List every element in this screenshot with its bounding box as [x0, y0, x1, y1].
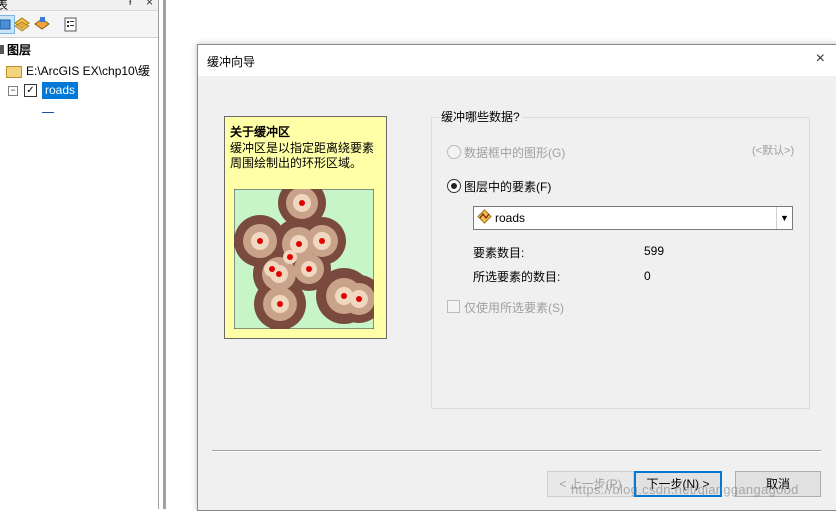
default-hint: (<默认>) [752, 145, 795, 157]
group-label: 缓冲哪些数据? [439, 108, 522, 125]
help-title: 关于缓冲区 [230, 125, 291, 139]
list-by-drawing-order-icon[interactable] [0, 15, 15, 34]
dialog-title: 缓冲向导 [207, 55, 256, 69]
collapse-icon[interactable]: − [8, 86, 18, 96]
close-icon[interactable]: × [816, 50, 825, 68]
chevron-down-icon[interactable]: ▼ [776, 207, 792, 229]
graphics-radio-label: 数据框中的图形(G) [464, 146, 566, 160]
layer-visibility-checkbox[interactable]: ✓ [24, 84, 37, 97]
options-icon[interactable] [62, 16, 79, 33]
toc-toolbar [0, 11, 158, 38]
layer-dropdown[interactable]: roads ▼ [473, 206, 793, 230]
pin-icon[interactable]: ᵼ [129, 0, 131, 8]
collapse-marker-icon [0, 45, 4, 54]
use-selected-checkbox[interactable] [447, 300, 460, 313]
toc-close-icon[interactable]: × [146, 0, 153, 9]
toc-header: 表 ᵼ × [0, 0, 158, 12]
list-by-source-icon[interactable] [14, 16, 31, 33]
use-selected-label: 仅使用所选要素(S) [464, 301, 564, 315]
button-separator [212, 450, 821, 452]
feature-count-value: 599 [644, 244, 665, 258]
layer-features-radio-label: 图层中的要素(F) [464, 180, 552, 194]
buffer-illustration [234, 189, 374, 329]
layer-dropdown-value: roads [495, 211, 526, 225]
table-of-contents-pane: 表 ᵼ × 图层 E:\ArcGIS EX\chp10\缓 − ✓ roads [0, 0, 159, 509]
layer-name-roads[interactable]: roads [42, 82, 79, 99]
feature-count-label: 要素数目: [473, 246, 525, 260]
buffer-wizard-dialog: 缓冲向导 × 关于缓冲区 缓冲区是以指定距离绕要素周围绘制出的环形区域。 缓冲哪… [197, 44, 836, 511]
radio-dot [451, 183, 457, 189]
line-symbol-icon [42, 112, 54, 113]
layers-root-label: 图层 [7, 43, 32, 57]
line-layer-icon [477, 209, 492, 224]
selected-count-label: 所选要素的数目: [473, 270, 561, 284]
help-panel: 关于缓冲区 缓冲区是以指定距离绕要素周围绘制出的环形区域。 [224, 116, 387, 339]
folder-icon [6, 66, 22, 78]
layer-row-roads[interactable]: − ✓ roads [0, 81, 158, 99]
data-source-row[interactable]: E:\ArcGIS EX\chp10\缓 [0, 62, 158, 80]
layer-features-radio[interactable] [447, 179, 461, 193]
dialog-titlebar[interactable]: 缓冲向导 × [198, 45, 836, 76]
help-description: 缓冲区是以指定距离绕要素周围绘制出的环形区域。 [230, 141, 375, 170]
layers-root-row[interactable]: 图层 [0, 41, 158, 59]
watermark: https://blog.csdn.net/qianggangagood [571, 482, 799, 497]
selected-count-value: 0 [644, 269, 651, 283]
folder-path-label: E:\ArcGIS EX\chp10\缓 [26, 64, 151, 78]
graphics-radio[interactable] [447, 145, 461, 159]
list-by-visibility-icon[interactable] [34, 16, 51, 33]
